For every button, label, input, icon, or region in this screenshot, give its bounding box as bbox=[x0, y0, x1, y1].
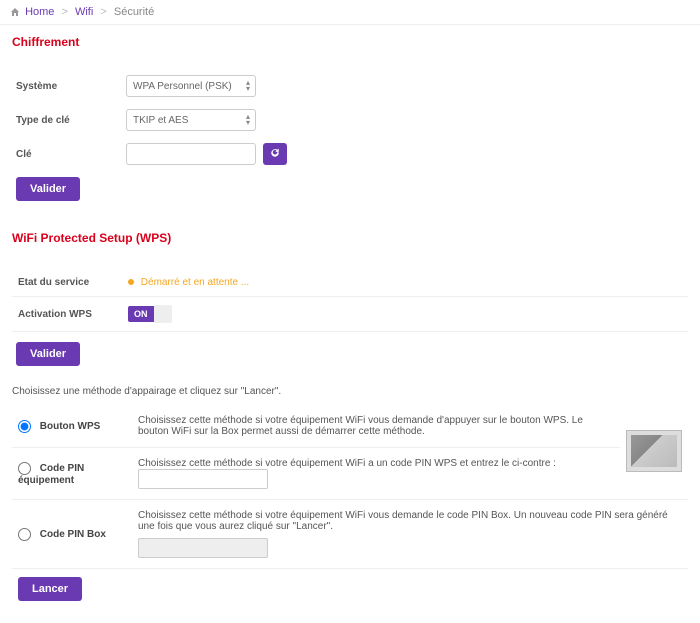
label-bouton-wps: Bouton WPS bbox=[40, 421, 101, 432]
toggle-on-label: ON bbox=[128, 306, 154, 322]
select-systeme[interactable]: WPA Personnel (PSK) bbox=[126, 75, 256, 97]
home-icon bbox=[10, 7, 20, 17]
label-systeme: Système bbox=[16, 81, 126, 92]
desc-pin-equipement: Choisissez cette méthode si votre équipe… bbox=[138, 458, 556, 469]
radio-pin-box[interactable] bbox=[18, 528, 31, 541]
desc-bouton-wps: Choisissez cette méthode si votre équipe… bbox=[132, 405, 620, 448]
chevron-right-icon: > bbox=[100, 6, 106, 18]
toggle-activation-wps[interactable]: ON bbox=[128, 305, 172, 323]
radio-bouton-wps[interactable] bbox=[18, 420, 31, 433]
section-title-chiffrement: Chiffrement bbox=[12, 35, 688, 49]
device-image bbox=[626, 430, 682, 472]
input-cle[interactable] bbox=[126, 143, 256, 165]
refresh-icon bbox=[269, 147, 281, 162]
label-activation-wps: Activation WPS bbox=[12, 297, 122, 332]
breadcrumb-current: Sécurité bbox=[114, 6, 154, 18]
breadcrumb: Home > Wifi > Sécurité bbox=[0, 0, 700, 25]
label-etat-service: Etat du service bbox=[12, 269, 122, 297]
chevron-right-icon: > bbox=[61, 6, 67, 18]
desc-pin-box: Choisissez cette méthode si votre équipe… bbox=[138, 510, 682, 532]
lancer-button[interactable]: Lancer bbox=[18, 577, 82, 601]
select-type-cle[interactable]: TKIP et AES bbox=[126, 109, 256, 131]
breadcrumb-home[interactable]: Home bbox=[25, 6, 54, 18]
toggle-handle bbox=[154, 305, 172, 323]
valider-chiffrement-button[interactable]: Valider bbox=[16, 177, 80, 201]
status-text: Démarré et en attente ... bbox=[141, 277, 249, 288]
label-type-cle: Type de clé bbox=[16, 115, 126, 126]
status-dot-icon bbox=[128, 279, 134, 285]
section-chiffrement: Chiffrement Système WPA Personnel (PSK) … bbox=[0, 25, 700, 221]
input-pin-equipement[interactable] bbox=[138, 469, 268, 489]
section-title-wps: WiFi Protected Setup (WPS) bbox=[12, 231, 688, 245]
radio-pin-equipement[interactable] bbox=[18, 462, 31, 475]
wps-instruction: Choisissez une méthode d'appairage et cl… bbox=[12, 386, 688, 397]
valider-wps-button[interactable]: Valider bbox=[16, 342, 80, 366]
section-wps: WiFi Protected Setup (WPS) Etat du servi… bbox=[0, 221, 700, 623]
label-cle: Clé bbox=[16, 149, 126, 160]
refresh-key-button[interactable] bbox=[263, 143, 287, 165]
input-pin-box bbox=[138, 538, 268, 558]
breadcrumb-wifi[interactable]: Wifi bbox=[75, 6, 93, 18]
label-pin-box: Code PIN Box bbox=[40, 529, 106, 540]
